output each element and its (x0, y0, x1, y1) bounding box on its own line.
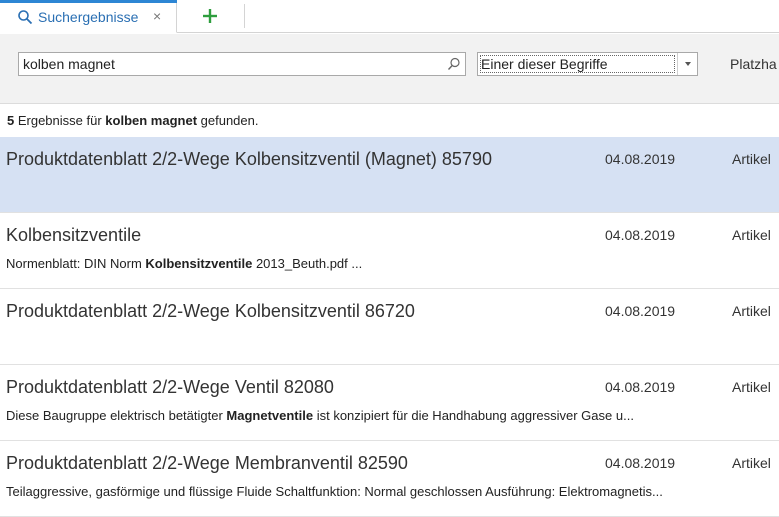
snippet-text: Diese Baugruppe elektrisch betätigter (6, 408, 227, 423)
chevron-down-icon (685, 62, 691, 66)
snippet-highlight: Magnetventile (226, 408, 314, 423)
placeholder-label: Platzha (730, 56, 777, 72)
result-type: Artikel (732, 151, 771, 167)
add-tab-icon[interactable] (199, 4, 221, 28)
search-mode-value: Einer dieser Begriffe (481, 56, 608, 72)
snippet-text: Normenblatt: DIN Norm (6, 256, 146, 271)
result-title[interactable]: Produktdatenblatt 2/2-Wege Kolbensitzven… (6, 149, 492, 170)
snippet-text: Teilaggressive, gasförmige und flüssige … (6, 484, 663, 499)
search-icon (18, 10, 33, 25)
summary-text-after: gefunden. (197, 113, 259, 128)
result-date: 04.08.2019 (605, 455, 676, 471)
tab-divider (244, 4, 245, 28)
result-snippet: Normenblatt: DIN Norm Kolbensitzventile … (6, 256, 736, 271)
result-type: Artikel (732, 379, 771, 395)
tab-active-indicator (0, 0, 177, 3)
snippet-text: 2013_Beuth.pdf ... (252, 256, 363, 271)
snippet-text: ist konzipiert für die Handhabung aggres… (313, 408, 634, 423)
result-type: Artikel (732, 455, 771, 471)
dropdown-button[interactable] (677, 53, 697, 75)
result-date: 04.08.2019 (605, 227, 676, 243)
close-icon[interactable]: × (153, 8, 161, 24)
result-row[interactable]: Produktdatenblatt 2/2-Wege Kolbensitzven… (0, 289, 779, 365)
search-toolbar: Einer dieser Begriffe Platzha (0, 34, 779, 104)
result-snippet: Teilaggressive, gasförmige und flüssige … (6, 484, 736, 499)
search-input[interactable] (23, 55, 443, 73)
result-date: 04.08.2019 (605, 379, 676, 395)
search-icon[interactable] (447, 57, 461, 71)
result-date: 04.08.2019 (605, 151, 676, 167)
result-row[interactable]: Kolbensitzventile 04.08.2019 Artikel Nor… (0, 213, 779, 289)
result-title[interactable]: Produktdatenblatt 2/2-Wege Kolbensitzven… (6, 301, 415, 322)
results-summary: 5 Ergebnisse für kolben magnet gefunden. (7, 113, 258, 128)
summary-text-before: Ergebnisse für (14, 113, 106, 128)
result-title[interactable]: Produktdatenblatt 2/2-Wege Membranventil… (6, 453, 408, 474)
result-row[interactable]: Produktdatenblatt 2/2-Wege Membranventil… (0, 441, 779, 517)
tab-search-results[interactable]: Suchergebnisse × (0, 0, 177, 33)
result-snippet: Diese Baugruppe elektrisch betätigter Ma… (6, 408, 736, 423)
tab-label: Suchergebnisse (38, 9, 139, 25)
result-date: 04.08.2019 (605, 303, 676, 319)
result-type: Artikel (732, 303, 771, 319)
result-type: Artikel (732, 227, 771, 243)
search-box[interactable] (18, 52, 466, 76)
result-title[interactable]: Kolbensitzventile (6, 225, 141, 246)
summary-term: kolben magnet (105, 113, 198, 128)
result-title[interactable]: Produktdatenblatt 2/2-Wege Ventil 82080 (6, 377, 334, 398)
snippet-highlight: Kolbensitzventile (145, 256, 253, 271)
result-row[interactable]: Produktdatenblatt 2/2-Wege Kolbensitzven… (0, 137, 779, 213)
search-mode-select[interactable]: Einer dieser Begriffe (477, 52, 698, 76)
result-row[interactable]: Produktdatenblatt 2/2-Wege Ventil 82080 … (0, 365, 779, 441)
tab-bar: Suchergebnisse × (0, 0, 779, 33)
